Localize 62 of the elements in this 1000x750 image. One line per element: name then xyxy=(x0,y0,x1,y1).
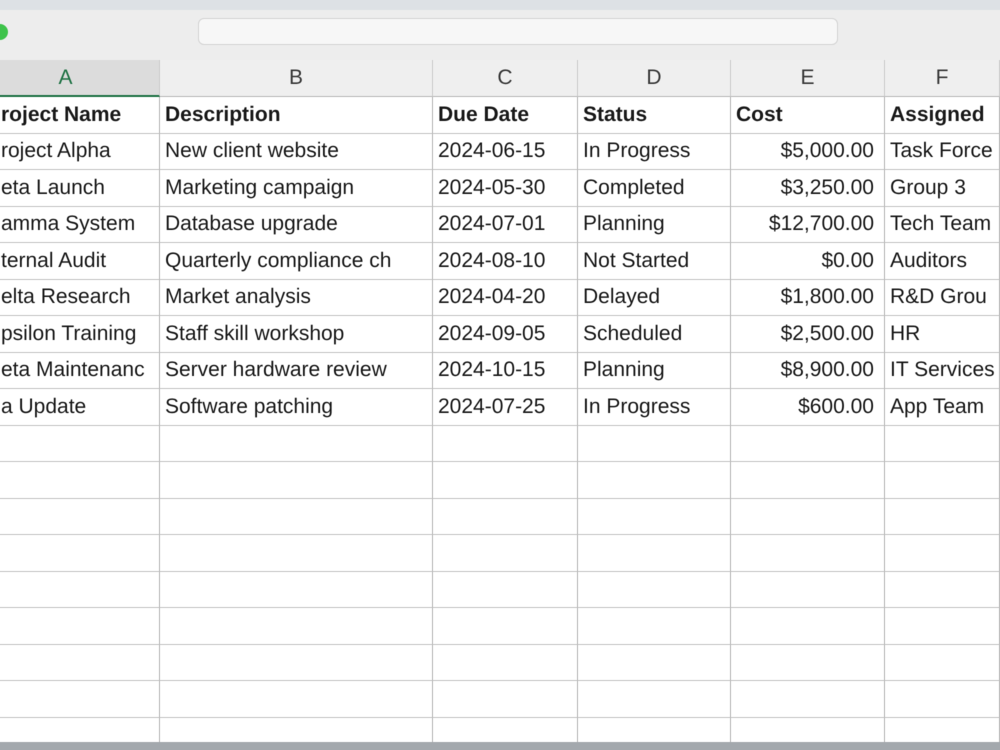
table-cell: ternal Audit xyxy=(0,243,160,280)
table-cell: 2024-10-15 xyxy=(433,352,578,389)
header-cell: Due Date xyxy=(433,97,578,134)
table-cell: HR xyxy=(885,316,1000,352)
table-cell: New client website xyxy=(160,134,433,170)
table-cell: Planning xyxy=(578,352,731,389)
header-cell: roject Name xyxy=(0,97,160,134)
table-cell: roject Alpha xyxy=(0,134,160,170)
column-header[interactable]: F xyxy=(885,60,1000,97)
table-cell: 2024-05-30 xyxy=(433,170,578,206)
table-cell: $0.00 xyxy=(731,243,885,280)
table-cell: Scheduled xyxy=(578,316,731,352)
table-cell: $2,500.00 xyxy=(731,316,885,352)
address-field[interactable] xyxy=(198,18,838,45)
table-cell: Auditors xyxy=(885,243,1000,280)
table-cell: Group 3 xyxy=(885,170,1000,206)
table-cell: 2024-09-05 xyxy=(433,316,578,352)
table-cell: In Progress xyxy=(578,134,731,170)
table-cell: psilon Training xyxy=(0,316,160,352)
table-cell: 2024-07-25 xyxy=(433,389,578,426)
table-cell: $5,000.00 xyxy=(731,134,885,170)
table-cell: amma System xyxy=(0,206,160,243)
table-cell: eta Launch xyxy=(0,170,160,206)
column-header[interactable]: B xyxy=(160,60,433,97)
table-cell: Planning xyxy=(578,206,731,243)
table-cell: a Update xyxy=(0,389,160,426)
table-cell: elta Research xyxy=(0,280,160,316)
table-cell: R&D Grou xyxy=(885,280,1000,316)
table-cell: IT Services xyxy=(885,352,1000,389)
table-cell: Software patching xyxy=(160,389,433,426)
table-cell: In Progress xyxy=(578,389,731,426)
table-cell: $12,700.00 xyxy=(731,206,885,243)
table-cell: $8,900.00 xyxy=(731,352,885,389)
table-cell: Delayed xyxy=(578,280,731,316)
table-cell: 2024-06-15 xyxy=(433,134,578,170)
column-header[interactable]: D xyxy=(578,60,731,97)
table-cell: $3,250.00 xyxy=(731,170,885,206)
table-cell: 2024-08-10 xyxy=(433,243,578,280)
table-cell: Quarterly compliance ch xyxy=(160,243,433,280)
header-cell: Assigned xyxy=(885,97,1000,134)
column-header[interactable]: C xyxy=(433,60,578,97)
table-cell: $600.00 xyxy=(731,389,885,426)
header-cell: Description xyxy=(160,97,433,134)
table-cell: Completed xyxy=(578,170,731,206)
table-cell: 2024-04-20 xyxy=(433,280,578,316)
table-cell: Staff skill workshop xyxy=(160,316,433,352)
table-cell: eta Maintenanc xyxy=(0,352,160,389)
table-cell: Database upgrade xyxy=(160,206,433,243)
column-header[interactable]: A xyxy=(0,60,160,97)
window-control-icon[interactable] xyxy=(0,24,8,40)
table-cell: App Team xyxy=(885,389,1000,426)
table-cell: Market analysis xyxy=(160,280,433,316)
table-cell: Server hardware review xyxy=(160,352,433,389)
table-cell: Not Started xyxy=(578,243,731,280)
table-cell: $1,800.00 xyxy=(731,280,885,316)
table-cell: Task Force xyxy=(885,134,1000,170)
header-cell: Status xyxy=(578,97,731,134)
column-header[interactable]: E xyxy=(731,60,885,97)
table-cell: Marketing campaign xyxy=(160,170,433,206)
table-cell: 2024-07-01 xyxy=(433,206,578,243)
table-cell: Tech Team xyxy=(885,206,1000,243)
header-cell: Cost xyxy=(731,97,885,134)
